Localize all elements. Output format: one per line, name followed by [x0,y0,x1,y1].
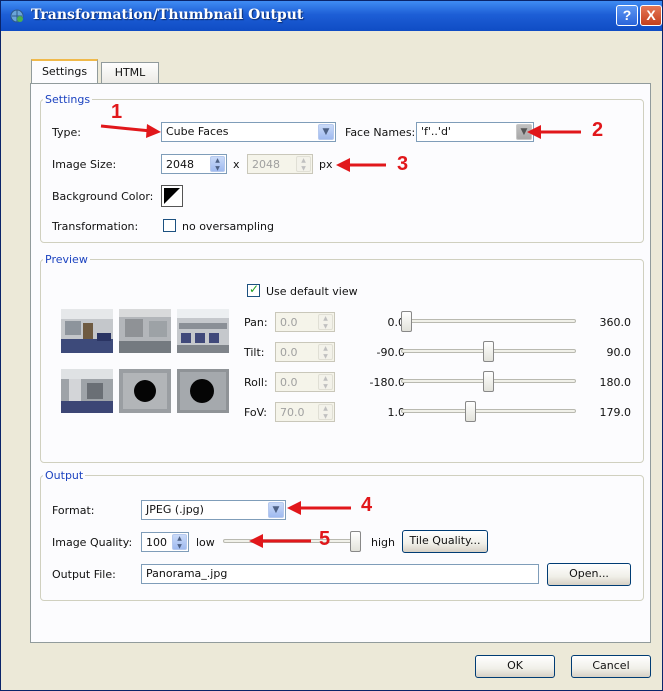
cube-face-front-thumbnail [61,309,113,353]
roll-max: 180.0 [599,376,632,389]
ok-button[interactable]: OK [475,655,555,678]
fov-max: 179.0 [599,406,632,419]
bg-color-label: Background Color: [52,190,154,203]
height-spinbox[interactable]: 2048 ▲ ▼ [247,154,313,174]
tilt-value: 0.0 [280,346,298,359]
pan-slider-track[interactable] [401,319,576,323]
pan-label: Pan: [244,316,268,329]
low-label: low [196,536,215,549]
use-default-view-label: Use default view [266,285,358,298]
fov-min: 1.0 [387,406,406,419]
roll-slider-thumb[interactable] [483,371,494,392]
output-file-value: Panorama_.jpg [146,567,228,580]
cube-face-up-thumbnail [119,369,171,413]
width-value: 2048 [166,158,194,171]
roll-min: -180.0 [369,376,405,389]
unit-label: px [319,158,333,171]
pan-slider-thumb[interactable] [401,311,412,332]
cube-face-left-thumbnail [61,369,113,413]
face-names-label: Face Names: [345,126,416,139]
quality-spinbox[interactable]: 100 ▲ ▼ [141,532,189,552]
spin-arrows-icon[interactable]: ▲ ▼ [318,314,333,330]
annotation-number-4: 4 [361,494,373,516]
image-size-label: Image Size: [52,158,117,171]
annotation-number-5: 5 [319,528,331,550]
bg-color-button[interactable] [161,185,183,207]
fov-slider-track[interactable] [401,409,576,413]
checkmark-icon: ✓ [249,282,260,296]
tab-settings[interactable]: Settings [31,59,98,83]
spin-arrows-icon[interactable]: ▲ ▼ [318,374,333,390]
annotation-number-2: 2 [592,119,604,141]
type-value: Cube Faces [166,125,229,138]
x-separator: x [233,158,240,171]
width-spinbox[interactable]: 2048 ▲ ▼ [161,154,227,174]
roll-value: 0.0 [280,376,298,389]
format-value: JPEG (.jpg) [146,503,204,516]
tile-quality-button[interactable]: Tile Quality... [402,530,488,553]
spin-arrows-icon[interactable]: ▲ ▼ [318,404,333,420]
face-names-select[interactable]: 'f'..'d' ▼ [416,122,534,142]
quality-slider-thumb[interactable] [350,531,361,552]
dialog-window: Transformation/Thumbnail Output ? X Sett… [0,0,663,691]
spin-arrows-icon[interactable]: ▲ ▼ [296,156,311,172]
cube-face-down-thumbnail [177,369,229,413]
type-select[interactable]: Cube Faces ▼ [161,122,336,142]
height-value: 2048 [252,158,280,171]
chevron-down-icon[interactable]: ▼ [318,124,334,140]
spin-arrows-icon[interactable]: ▲ ▼ [318,344,333,360]
title-bar[interactable]: Transformation/Thumbnail Output ? X [1,1,662,31]
open-button[interactable]: Open... [547,563,631,586]
cube-face-right-thumbnail [119,309,171,353]
tilt-min: -90.0 [376,346,405,359]
close-button[interactable]: X [640,5,662,26]
help-button[interactable]: ? [616,5,638,26]
annotation-number-3: 3 [397,153,409,175]
spin-arrows-icon[interactable]: ▲ ▼ [210,156,225,172]
chevron-down-icon[interactable]: ▼ [268,502,284,518]
roll-label: Roll: [244,376,268,389]
tilt-label: Tilt: [244,346,265,359]
color-swatch-icon [164,188,180,204]
use-default-view-checkbox[interactable]: ✓ [247,282,260,297]
quality-slider-track[interactable] [223,539,361,543]
annotation-number-1: 1 [111,101,123,123]
face-names-value: 'f'..'d' [421,125,451,138]
tilt-spinbox[interactable]: 0.0 ▲ ▼ [275,342,335,362]
tilt-slider-thumb[interactable] [483,341,494,362]
output-file-label: Output File: [52,568,116,581]
fov-label: FoV: [244,406,267,419]
pan-min: 0.0 [387,316,406,329]
fov-slider-thumb[interactable] [464,401,476,422]
window-title: Transformation/Thumbnail Output [31,7,304,23]
settings-legend: Settings [45,93,91,106]
format-label: Format: [52,504,95,517]
image-quality-label: Image Quality: [52,536,133,549]
cancel-button[interactable]: Cancel [571,655,651,678]
format-select[interactable]: JPEG (.jpg) ▼ [141,500,286,520]
fov-value: 70.0 [280,406,305,419]
app-icon [10,9,24,23]
transformation-label: Transformation: [52,220,139,233]
oversampling-checkbox[interactable] [163,219,176,232]
pan-max: 360.0 [599,316,632,329]
high-label: high [371,536,395,549]
tab-html[interactable]: HTML [101,62,159,83]
tab-panel: Settings Type: Cube Faces ▼ Face Names: … [30,83,651,643]
chevron-down-icon[interactable]: ▼ [516,124,532,140]
quality-value: 100 [146,536,167,549]
preview-legend: Preview [45,253,88,266]
oversampling-label: no oversampling [182,220,274,233]
cube-face-back-thumbnail [177,309,229,353]
output-legend: Output [45,469,84,482]
fov-spinbox[interactable]: 70.0 ▲ ▼ [275,402,335,422]
roll-spinbox[interactable]: 0.0 ▲ ▼ [275,372,335,392]
type-label: Type: [52,126,81,139]
output-file-input[interactable]: Panorama_.jpg [141,564,539,584]
pan-value: 0.0 [280,316,298,329]
tilt-max: 90.0 [606,346,632,359]
spin-arrows-icon[interactable]: ▲ ▼ [172,534,187,550]
pan-spinbox[interactable]: 0.0 ▲ ▼ [275,312,335,332]
